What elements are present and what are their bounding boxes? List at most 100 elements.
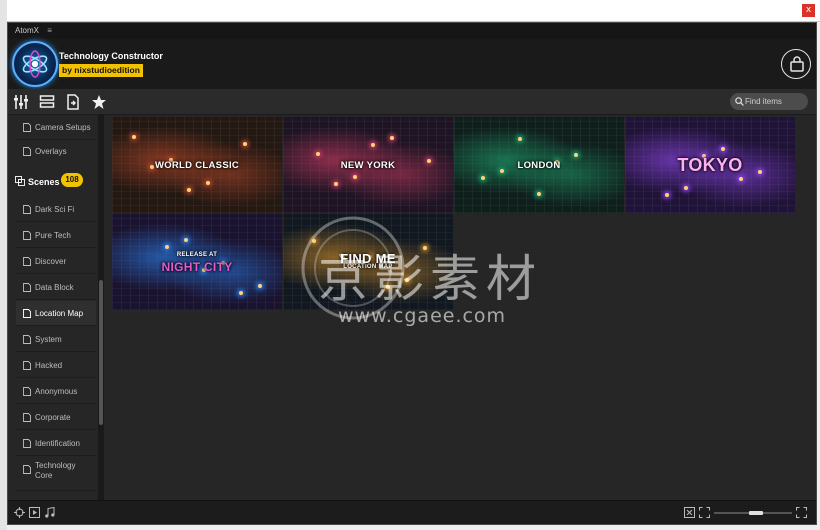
sidebar-item-label: Data Block [35, 283, 74, 292]
file-icon [23, 205, 31, 214]
zoom-slider-handle[interactable] [749, 511, 763, 515]
file-icon [23, 257, 31, 266]
file-icon [23, 309, 31, 318]
app-title: Technology Constructor [59, 51, 163, 61]
app-header: Technology Constructor by nixstudioediti… [8, 39, 816, 89]
sidebar-item-location-map[interactable]: Location Map [16, 301, 96, 326]
file-icon [23, 413, 31, 422]
title-bar: AtomX ≡ [8, 23, 816, 39]
sidebar-item-overlays[interactable]: Overlays [16, 139, 96, 164]
location-marker [206, 181, 210, 185]
sidebar-item-label: Technology Core [35, 461, 76, 480]
file-icon [23, 387, 31, 396]
scene-tile[interactable]: LOCATION MAP FIND ME [283, 214, 453, 310]
location-marker [316, 152, 320, 156]
sidebar-item-label: Discover [35, 257, 67, 266]
section-label: Scenes [28, 177, 60, 187]
location-marker [184, 238, 188, 242]
plugin-window: AtomX ≡ Technology Constructor by nixstu… [7, 22, 817, 525]
scene-grid: WORLD CLASSIC NEW YORK LONDON TOKYO RELEASE … [104, 115, 816, 500]
atom-icon [22, 50, 48, 78]
sidebar-item-technology-core[interactable]: Technology Core [16, 457, 96, 491]
zoom-slider[interactable] [714, 511, 792, 515]
hamburger-icon[interactable]: ≡ [47, 26, 52, 35]
location-marker [187, 188, 191, 192]
scene-tile[interactable]: WORLD CLASSIC [112, 117, 282, 213]
sidebar-item-label: Corporate [35, 413, 71, 422]
shopping-bag-button[interactable] [781, 49, 811, 79]
count-badge: 108 [61, 173, 83, 187]
sidebar-item-label: Anonymous [35, 387, 78, 396]
tile-label: FIND ME [340, 251, 396, 266]
location-marker [312, 239, 316, 243]
location-marker [665, 193, 669, 197]
location-marker [386, 285, 390, 289]
host-window-bar: x [0, 0, 820, 22]
play-icon[interactable] [29, 507, 40, 518]
location-marker [258, 284, 262, 288]
toolbar [8, 89, 816, 115]
star-icon[interactable] [91, 94, 107, 110]
file-icon [23, 439, 31, 448]
sidebar-item-hacked[interactable]: Hacked [16, 353, 96, 378]
sidebar-item-label: Overlays [35, 147, 67, 156]
sidebar-item-label: Identification [35, 439, 80, 448]
shopping-bag-icon [790, 56, 804, 72]
scenes-icon [15, 176, 25, 186]
location-marker [739, 177, 743, 181]
sidebar-item-label: System [35, 335, 62, 344]
location-marker [390, 136, 394, 140]
music-note-icon[interactable] [44, 507, 55, 518]
file-icon [23, 283, 31, 292]
file-icon [23, 231, 31, 240]
file-icon [23, 147, 31, 156]
location-marker [481, 176, 485, 180]
scene-tile[interactable]: LONDON [454, 117, 624, 213]
sidebar-item-anonymous[interactable]: Anonymous [16, 379, 96, 404]
scene-tile[interactable]: NEW YORK [283, 117, 453, 213]
sidebar-item-identification[interactable]: Identification [16, 431, 96, 456]
location-marker [353, 175, 357, 179]
target-icon[interactable] [14, 507, 25, 518]
location-marker [423, 246, 427, 250]
import-icon[interactable] [65, 94, 81, 110]
sidebar-item-label: Pure Tech [35, 231, 71, 240]
fullscreen-icon[interactable] [699, 507, 710, 518]
tile-label: WORLD CLASSIC [154, 160, 240, 171]
category-sidebar: Camera Setups Overlays Scenes 108 Dark S… [8, 115, 98, 500]
file-icon [23, 361, 31, 370]
app-logo [12, 41, 58, 87]
sidebar-item-dark-sci-fi[interactable]: Dark Sci Fi [16, 197, 96, 222]
list-layout-icon[interactable] [39, 94, 55, 110]
search-box[interactable] [730, 93, 808, 110]
location-marker [405, 278, 409, 282]
location-marker [518, 137, 522, 141]
location-marker [334, 182, 338, 186]
tile-sublabel: RELEASE AT [176, 252, 218, 258]
expand-icon[interactable] [796, 507, 807, 518]
tile-label: NIGHT CITY [161, 260, 233, 274]
fit-icon[interactable] [684, 507, 695, 518]
sliders-icon[interactable] [13, 94, 29, 110]
tile-label: NEW YORK [340, 160, 396, 171]
location-marker [574, 153, 578, 157]
location-marker [239, 291, 243, 295]
sidebar-item-data-block[interactable]: Data Block [16, 275, 96, 300]
sidebar-item-system[interactable]: System [16, 327, 96, 352]
sidebar-item-pure-tech[interactable]: Pure Tech [16, 223, 96, 248]
sidebar-item-label: Hacked [35, 361, 63, 370]
scene-tile[interactable]: RELEASE AT NIGHT CITY [112, 214, 282, 310]
scrollbar-thumb[interactable] [99, 280, 103, 425]
location-marker [721, 147, 725, 151]
sidebar-item-discover[interactable]: Discover [16, 249, 96, 274]
scene-tile[interactable]: TOKYO [625, 117, 795, 213]
sidebar-item-corporate[interactable]: Corporate [16, 405, 96, 430]
sidebar-item-camera-setups[interactable]: Camera Setups [16, 115, 96, 140]
file-icon [23, 335, 31, 344]
search-input[interactable] [745, 95, 805, 108]
sidebar-section-scenes[interactable]: Scenes 108 [8, 163, 98, 197]
file-icon [23, 465, 31, 474]
author-badge[interactable]: by nixstudioedition [59, 64, 143, 77]
sidebar-item-label: Dark Sci Fi [35, 205, 75, 214]
host-close-button[interactable]: x [802, 4, 815, 17]
